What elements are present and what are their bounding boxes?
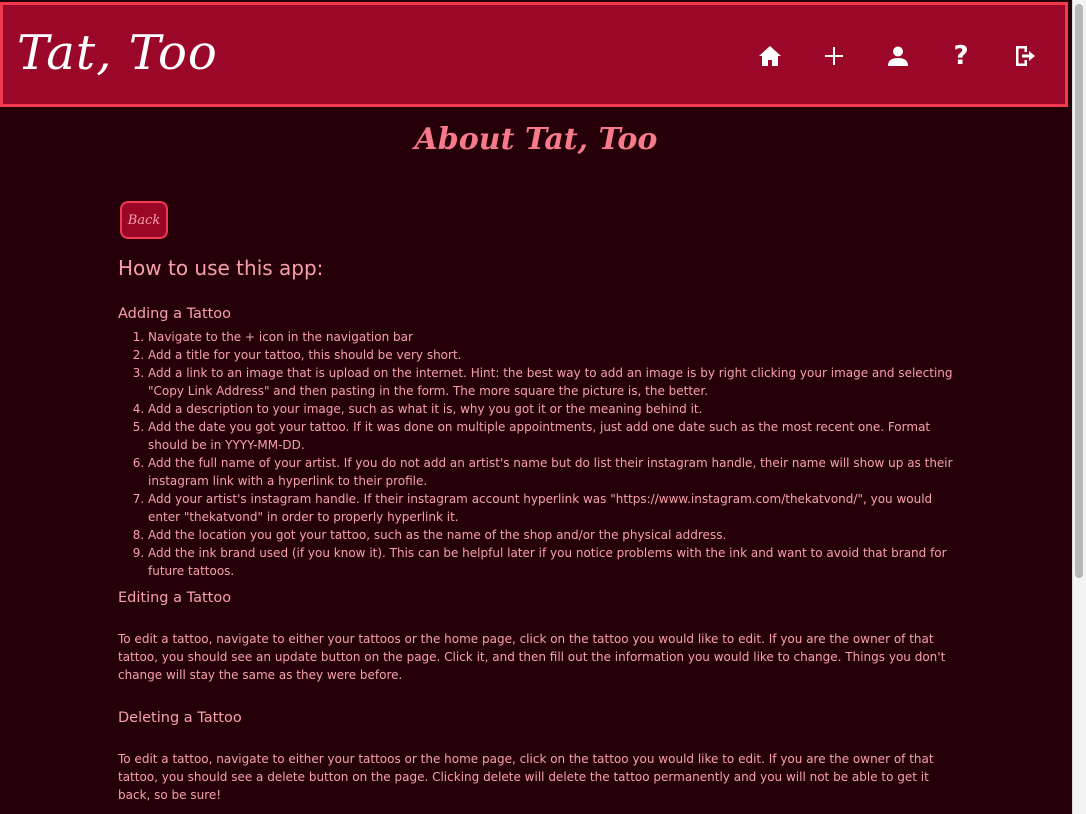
adding-heading: Adding a Tattoo bbox=[118, 306, 232, 322]
list-item: Add the location you got your tattoo, su… bbox=[148, 526, 958, 544]
logout-icon[interactable] bbox=[1010, 41, 1040, 71]
help-content: How to use this app: Adding a Tattoo Nav… bbox=[118, 256, 958, 804]
editing-heading: Editing a Tattoo bbox=[118, 590, 232, 606]
list-item: Navigate to the + icon in the navigation… bbox=[148, 328, 958, 346]
scrollbar[interactable] bbox=[1072, 0, 1086, 814]
app-window: Tat, Too ? About Tat, Too Back How to us… bbox=[0, 0, 1072, 814]
editing-section: Editing a Tattoo To edit a tattoo, navig… bbox=[118, 590, 958, 684]
deleting-text: To edit a tattoo, navigate to either you… bbox=[118, 752, 934, 802]
nav-icon-group: ? bbox=[3, 5, 1065, 104]
list-item: Add the date you got your tattoo. If it … bbox=[148, 418, 958, 454]
editing-text: To edit a tattoo, navigate to either you… bbox=[118, 632, 946, 682]
home-icon[interactable] bbox=[755, 41, 785, 71]
user-icon[interactable] bbox=[883, 41, 913, 71]
list-item: Add the full name of your artist. If you… bbox=[148, 454, 958, 490]
deleting-heading: Deleting a Tattoo bbox=[118, 710, 242, 726]
how-to-heading: How to use this app: bbox=[118, 256, 324, 280]
list-item: Add a description to your image, such as… bbox=[148, 400, 958, 418]
navbar: Tat, Too ? bbox=[0, 2, 1068, 107]
back-button[interactable]: Back bbox=[120, 201, 168, 239]
adding-section: Adding a Tattoo Navigate to the + icon i… bbox=[118, 306, 958, 580]
list-item: Add your artist's instagram handle. If t… bbox=[148, 490, 958, 526]
page-title: About Tat, Too bbox=[414, 122, 658, 157]
list-item: Add a title for your tattoo, this should… bbox=[148, 346, 958, 364]
list-item: Add a link to an image that is upload on… bbox=[148, 364, 958, 400]
plus-icon[interactable] bbox=[819, 41, 849, 71]
scrollbar-thumb[interactable] bbox=[1075, 4, 1083, 578]
adding-steps-list: Navigate to the + icon in the navigation… bbox=[118, 328, 958, 580]
deleting-section: Deleting a Tattoo To edit a tattoo, navi… bbox=[118, 710, 958, 804]
help-icon[interactable]: ? bbox=[946, 41, 976, 71]
list-item: Add the ink brand used (if you know it).… bbox=[148, 544, 958, 580]
